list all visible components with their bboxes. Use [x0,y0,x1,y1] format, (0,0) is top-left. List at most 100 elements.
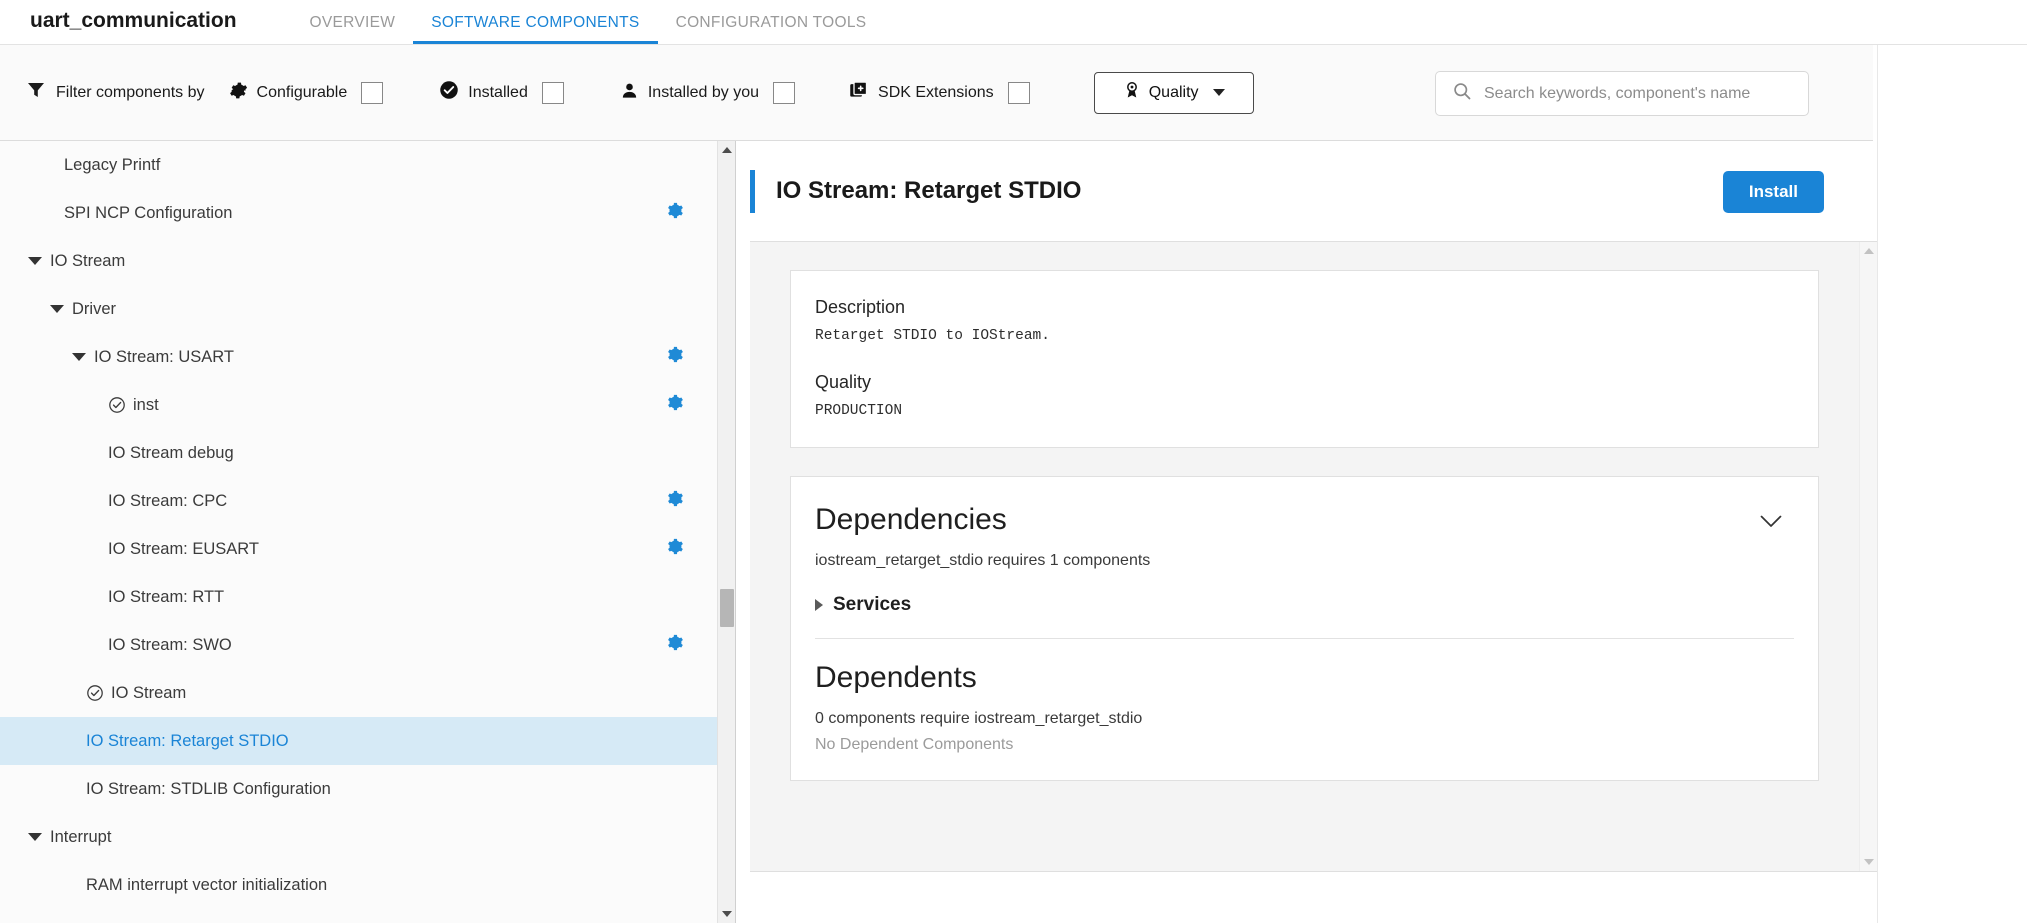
install-button[interactable]: Install [1722,171,1824,213]
dependents-heading: Dependents [815,661,977,694]
award-ribbon-icon [1123,81,1141,104]
description-heading: Description [815,297,906,317]
tree-item-label: IO Stream: USART [94,347,234,366]
triangle-down-icon[interactable] [28,833,42,841]
tree-item-label: inst [133,395,159,414]
detail-scrollbar[interactable] [1859,242,1877,871]
accent-bar [750,169,755,213]
tree-item-spi-ncp-configuration[interactable]: SPI NCP Configuration [0,189,718,237]
filter-installed-label: Installed [468,83,528,101]
triangle-down-icon[interactable] [50,305,64,313]
tree-item-label: Legacy Printf [64,155,161,174]
gear-icon[interactable] [665,201,684,225]
chevron-down-icon [1212,89,1225,96]
filter-sdk-extensions[interactable]: SDK Extensions [849,80,1030,105]
page-title: uart_communication [30,9,237,32]
tree-item-io-stream-usart[interactable]: IO Stream: USART [0,333,718,381]
services-label: Services [833,594,912,615]
filter-toolbar: Filter components by Configurable Instal… [0,45,1873,141]
scroll-up-arrow[interactable] [718,141,735,159]
gear-icon[interactable] [665,345,684,369]
tree-item-legacy-printf[interactable]: Legacy Printf [0,141,718,189]
filter-installed-by-you-label: Installed by you [647,83,760,101]
filter-configurable[interactable]: Configurable [229,81,384,105]
check-circle-icon [439,80,459,105]
services-expander[interactable]: Services [815,594,1794,616]
title-bar: uart_communication OVERVIEW SOFTWARE COM… [0,0,2027,45]
tree-item-io-stream-swo[interactable]: IO Stream: SWO [0,621,718,669]
tree-item-io-stream-debug[interactable]: IO Stream debug [0,429,718,477]
tree-item-io-stream-retarget-stdio[interactable]: IO Stream: Retarget STDIO [0,717,718,765]
detail-title: IO Stream: Retarget STDIO [776,177,1082,204]
gear-icon[interactable] [665,393,684,417]
tree-item-io-stream-cpc[interactable]: IO Stream: CPC [0,477,718,525]
tree-item-label: IO Stream: EUSART [108,539,259,558]
gear-icon[interactable] [665,633,684,657]
filter-installed[interactable]: Installed [439,80,564,105]
detail-header: IO Stream: Retarget STDIO Install [750,141,1877,242]
sidebar-scrollbar[interactable] [717,141,735,923]
tab-overview[interactable]: OVERVIEW [292,14,414,44]
tree-item-label: IO Stream [111,683,187,702]
triangle-down-icon [1864,859,1874,865]
tree-item-interrupt[interactable]: Interrupt [0,813,718,861]
tree-item-label: Interrupt [50,827,112,846]
tree-item-label: IO Stream [50,251,126,270]
right-margin-panel [1877,45,2027,923]
tree-item-label: IO Stream debug [108,443,234,462]
dependencies-summary: iostream_retarget_stdio requires 1 compo… [815,552,1151,569]
dependencies-heading: Dependencies [815,503,1007,536]
component-detail-panel: IO Stream: Retarget STDIO Install Descri… [750,141,1877,923]
description-text: Retarget STDIO to IOStream. [815,328,1050,344]
filter-configurable-label: Configurable [256,83,348,101]
search-input[interactable] [1484,84,1792,103]
dependents-empty-text: No Dependent Components [815,736,1014,753]
quality-heading: Quality [815,372,872,392]
quality-value: PRODUCTION [815,403,903,419]
tree-item-driver[interactable]: Driver [0,285,718,333]
gear-icon [229,81,248,105]
triangle-right-icon [815,599,823,611]
tab-bar: OVERVIEW SOFTWARE COMPONENTS CONFIGURATI… [292,0,885,44]
tree-item-label: IO Stream: CPC [108,491,228,510]
dependencies-card: Dependencies iostream_retarget_stdio req… [790,476,1819,781]
tree-item-io-stream-eusart[interactable]: IO Stream: EUSART [0,525,718,573]
tree-item-inst[interactable]: inst [0,381,718,429]
divider [815,638,1794,639]
search-box[interactable] [1435,71,1809,116]
tree-item-label: Driver [72,299,116,318]
scroll-down-arrow[interactable] [718,905,735,923]
detail-footer [750,871,1877,923]
filter-installed-checkbox[interactable] [541,81,564,104]
tab-configuration-tools[interactable]: CONFIGURATION TOOLS [658,14,885,44]
quality-dropdown-button[interactable]: Quality [1093,71,1254,114]
filter-installed-by-you-checkbox[interactable] [773,81,796,104]
component-tree: Legacy Printf SPI NCP Configuration IO Str… [0,141,718,909]
triangle-down-icon[interactable] [72,353,86,361]
tree-item-ram-interrupt-vector-initialization[interactable]: RAM interrupt vector initialization [0,861,718,909]
filter-sdk-extensions-checkbox[interactable] [1007,81,1030,104]
tree-item-io-stream[interactable]: IO Stream [0,669,718,717]
filter-configurable-checkbox[interactable] [361,81,384,104]
tab-software-components[interactable]: SOFTWARE COMPONENTS [413,14,658,44]
detail-body: Description Retarget STDIO to IOStream. … [750,242,1859,871]
funnel-icon [26,80,46,105]
tree-item-io-stream-rtt[interactable]: IO Stream: RTT [0,573,718,621]
tree-item-io-stream-stdlib-configuration[interactable]: IO Stream: STDLIB Configuration [0,765,718,813]
search-icon [1452,81,1472,106]
gear-icon[interactable] [665,537,684,561]
sdk-extension-icon [849,80,869,105]
detail-scroll-up-arrow[interactable] [1860,242,1878,260]
triangle-down-icon[interactable] [28,257,42,265]
triangle-up-icon [1864,248,1874,254]
tree-item-label: IO Stream: SWO [108,635,232,654]
filter-installed-by-you[interactable]: Installed by you [620,81,796,105]
tree-item-label: IO Stream: Retarget STDIO [86,731,289,750]
gear-icon[interactable] [665,489,684,513]
scrollbar-thumb[interactable] [720,589,734,627]
chevron-down-icon[interactable] [1760,515,1782,534]
triangle-up-icon [722,147,732,153]
tree-item-label: RAM interrupt vector initialization [86,875,328,894]
tree-item-io-stream[interactable]: IO Stream [0,237,718,285]
detail-scroll-down-arrow[interactable] [1860,853,1878,871]
